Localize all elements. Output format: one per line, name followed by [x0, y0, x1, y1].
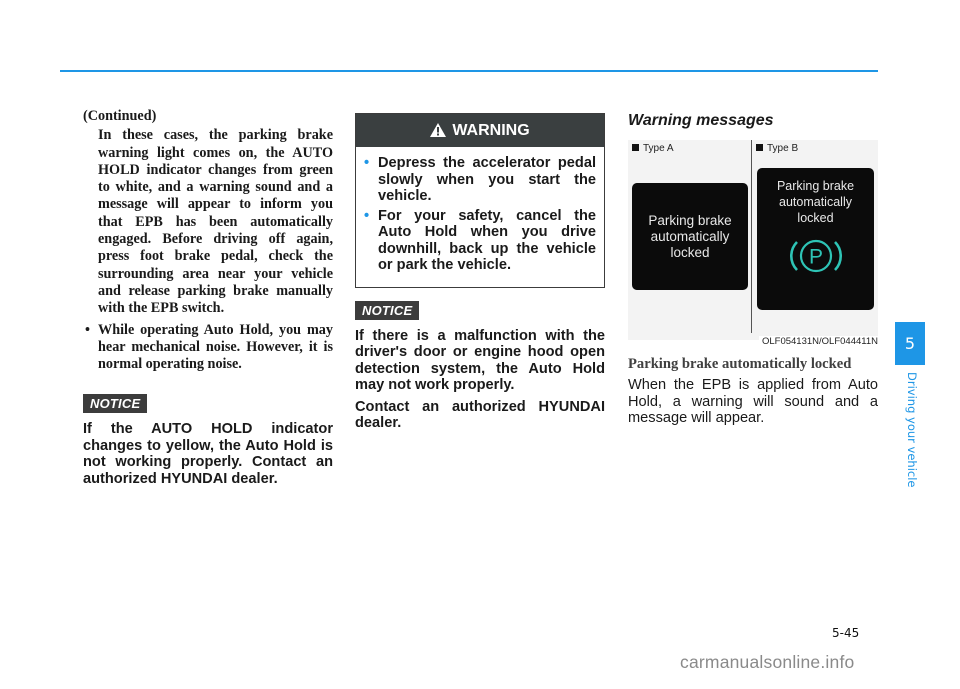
bullet-item: • While operating Auto Hold, you may hear…	[83, 322, 333, 374]
svg-text:P: P	[808, 246, 822, 269]
bullet-icon: •	[364, 207, 370, 224]
header-rule	[60, 70, 878, 72]
bullet-icon: •	[364, 155, 370, 171]
bullet-icon: •	[85, 321, 90, 338]
subsection-title: Parking brake automatically locked	[628, 356, 852, 372]
warning-figure: Type A Type B Parking brake automaticall…	[628, 140, 878, 347]
panel-text-line: locked	[797, 211, 834, 225]
panel-text-line: automatically	[779, 195, 852, 209]
panel-text-line: Parking brake	[776, 179, 855, 193]
notice-text: If there is a malfunction with the drive…	[355, 327, 605, 394]
cluster-display-type-a: Parking brake automatically locked	[632, 183, 748, 290]
warning-item-text: For your safety, cancel the Auto Hold wh…	[378, 207, 596, 274]
epb-paragraph: In these cases, the parking brake warnin…	[98, 127, 333, 317]
bullet-text: While operating Auto Hold, you may hear …	[98, 321, 333, 373]
section-title: Warning messages	[628, 112, 774, 129]
panel-text-line: locked	[670, 244, 710, 260]
page-number: 5-45	[832, 626, 860, 640]
type-a-label: Type A	[632, 143, 674, 154]
warning-triangle-icon	[430, 116, 447, 149]
square-bullet-icon	[756, 144, 763, 151]
cluster-display-type-b: Parking brake automatically locked P	[757, 168, 874, 310]
parking-brake-icon: P	[789, 239, 842, 273]
figure-divider	[751, 140, 752, 333]
warning-header: WARNING	[356, 114, 604, 147]
warning-item: • For your safety, cancel the Auto Hold w…	[364, 208, 596, 274]
warning-title: WARNING	[452, 122, 530, 139]
notice-badge: NOTICE	[355, 300, 420, 320]
chapter-title: Driving your vehicle	[905, 372, 919, 488]
square-bullet-icon	[632, 144, 639, 151]
type-b-label: Type B	[756, 143, 798, 154]
panel-text-line: automatically	[650, 228, 730, 244]
watermark: carmanualsonline.info	[680, 652, 855, 672]
notice-text: If the AUTO HOLD indicator changes to ye…	[83, 421, 333, 487]
column-3: Warning messages Type A Type B Parking b…	[628, 108, 878, 427]
warning-item: • Depress the accelerator pedal slowly wh…	[364, 155, 596, 205]
warning-box: WARNING • Depress the accelerator pedal s…	[355, 113, 605, 288]
warning-item-text: Depress the accelerator pedal slowly whe…	[378, 155, 596, 204]
warning-body: • Depress the accelerator pedal slowly wh…	[356, 147, 604, 287]
chapter-tab: 5	[895, 322, 925, 365]
body-text: When the EPB is applied from Auto Hold, …	[628, 377, 878, 426]
column-2: WARNING • Depress the accelerator pedal s…	[355, 108, 605, 432]
column-1: (Continued) In these cases, the parking …	[83, 108, 333, 487]
continued-label: (Continued)	[83, 108, 157, 124]
figure-code: OLF054131N/OLF044411N	[758, 336, 878, 347]
panel-text-line: Parking brake	[648, 212, 732, 228]
notice-text: Contact an authorized HYUNDAI dealer.	[355, 398, 605, 432]
notice-badge: NOTICE	[83, 394, 148, 414]
